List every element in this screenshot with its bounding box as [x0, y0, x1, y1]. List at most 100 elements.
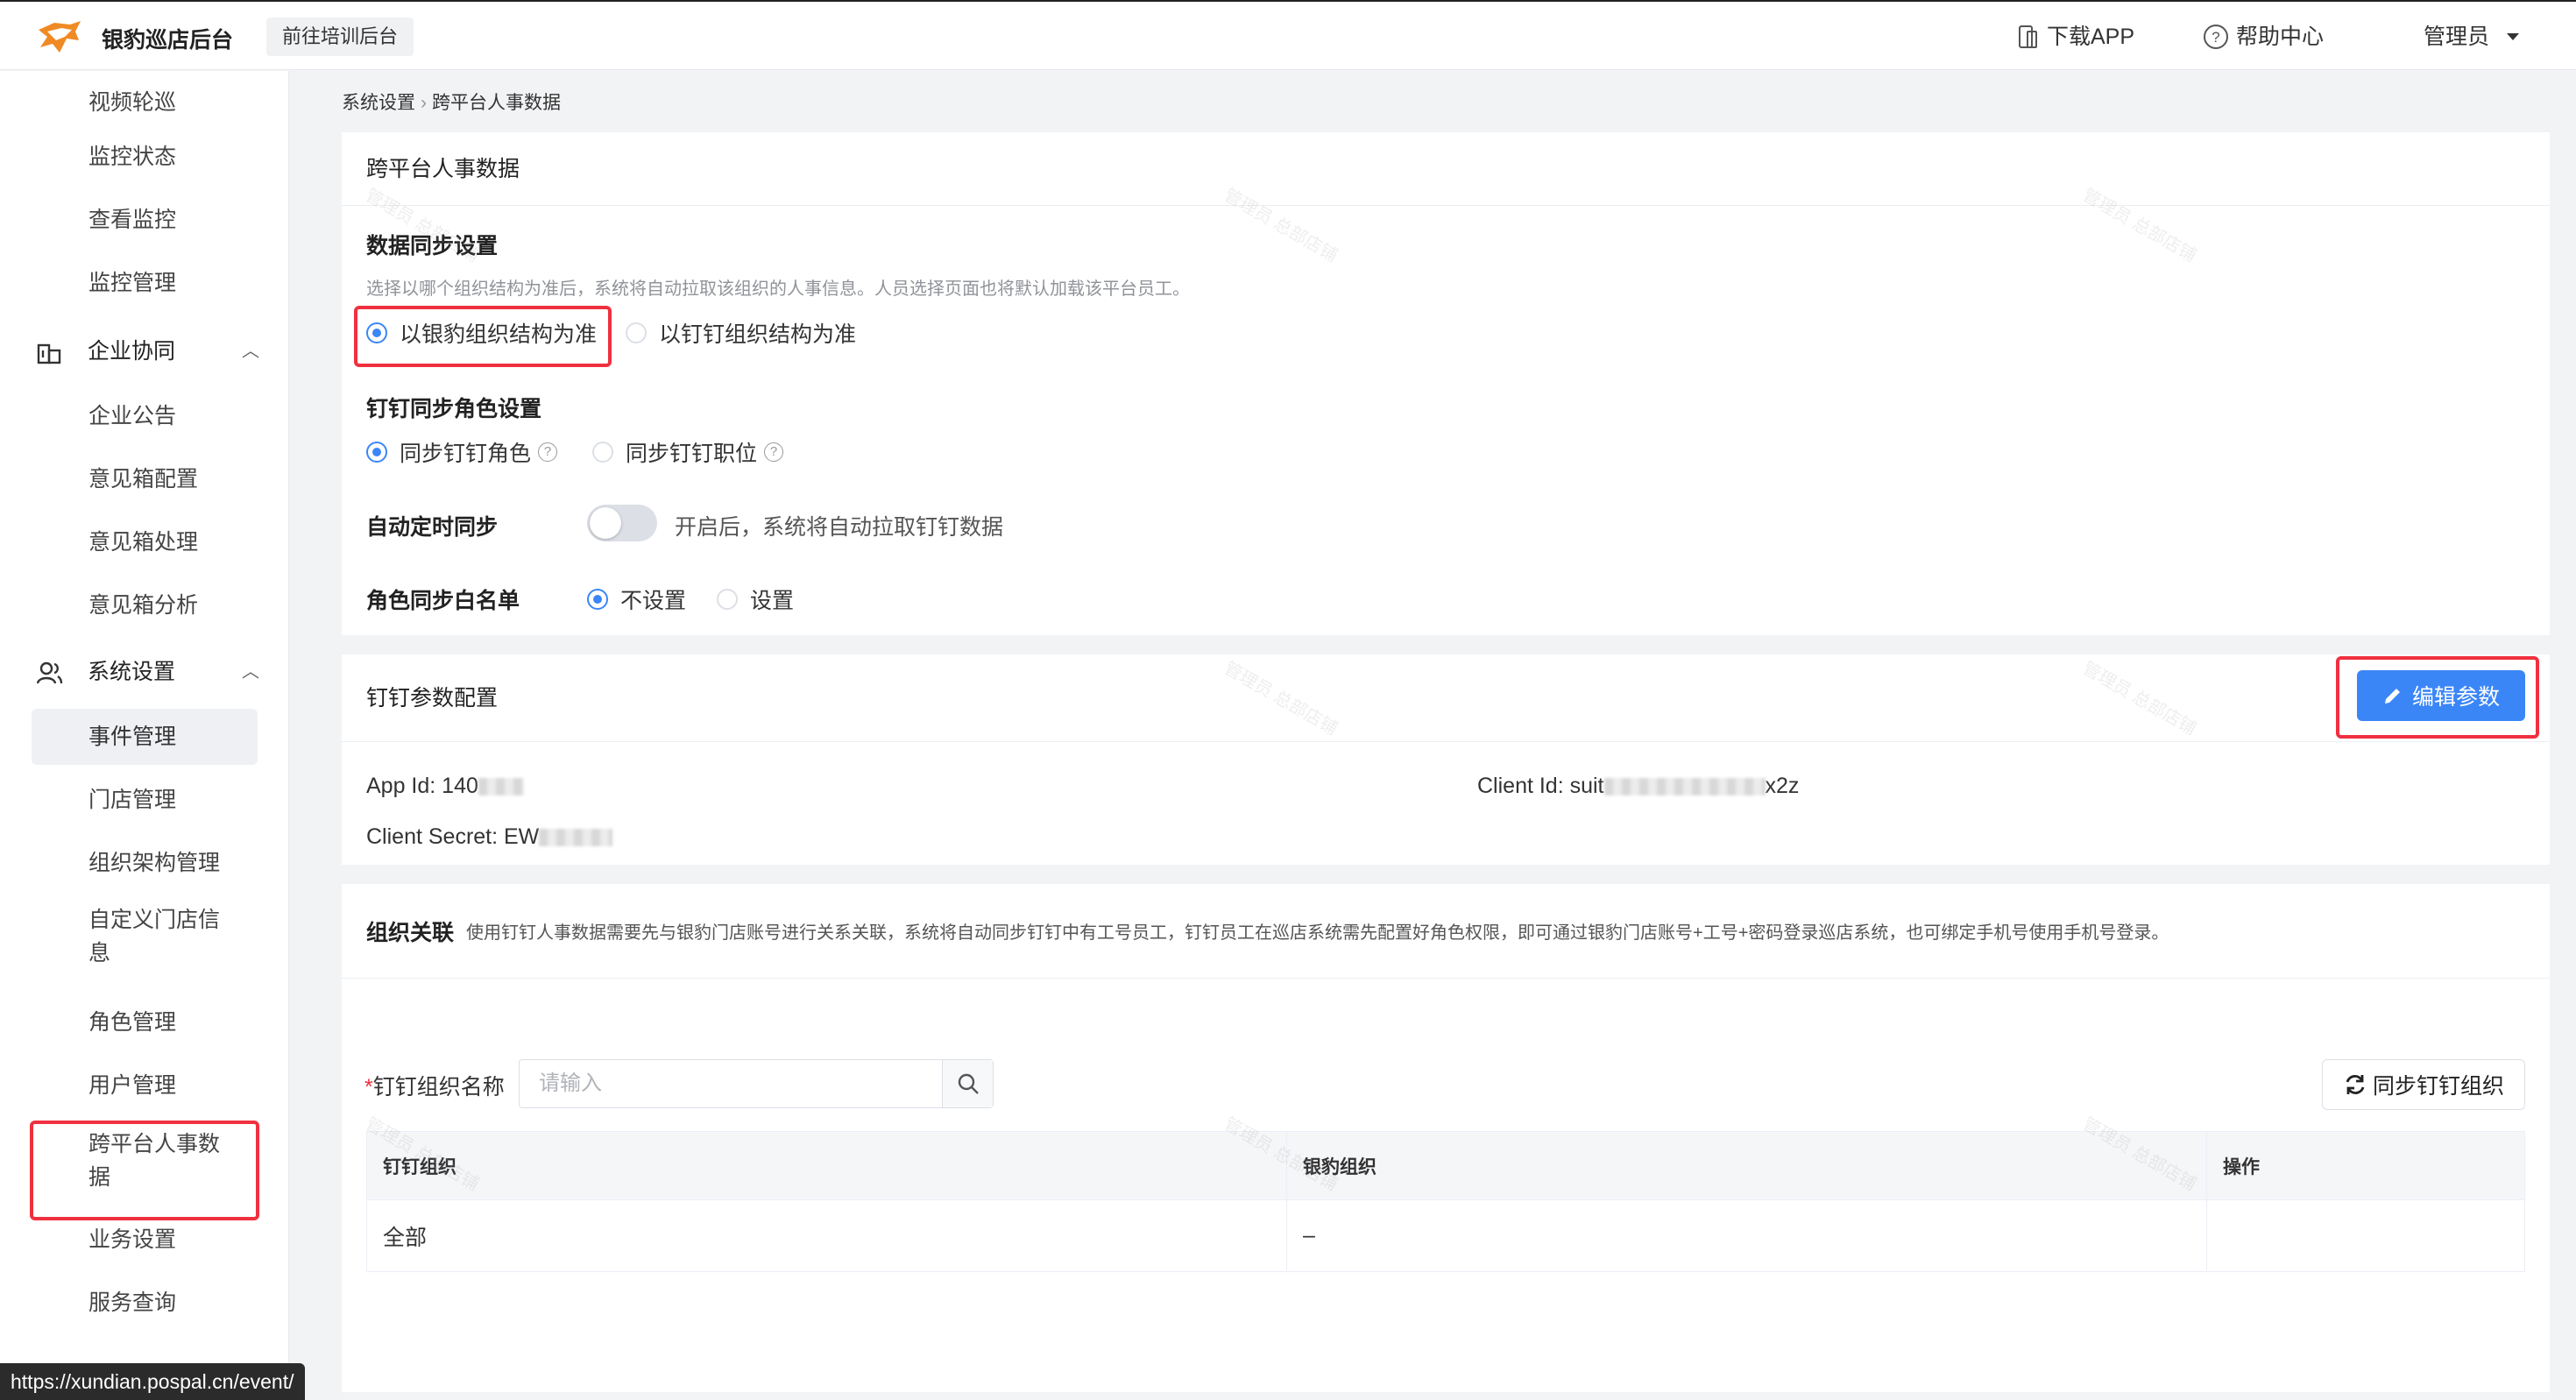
org-link-panel: 组织关联 使用钉钉人事数据需要先与银豹门店账号进行关系关联，系统将自动同步钉钉中…	[342, 884, 2550, 1392]
highlight-box	[30, 1121, 259, 1220]
masked-value	[1603, 778, 1766, 796]
search-icon	[958, 1073, 979, 1094]
table-cell	[2206, 1199, 2525, 1272]
help-center-link[interactable]: ? 帮助中心	[2203, 19, 2324, 54]
radio-dingding-label: 以钉钉组织结构为准	[659, 322, 857, 347]
radio-whitelist-set[interactable]: 设置	[717, 583, 794, 615]
radio-sync-position-label: 同步钉钉职位	[626, 442, 758, 466]
building-icon	[37, 343, 61, 364]
sync-settings-panel: 跨平台人事数据 数据同步设置 选择以哪个组织结构为准后，系统将自动拉取该组织的人…	[342, 132, 2550, 635]
client-secret: Client Secret: EW	[366, 824, 613, 850]
chevron-up-icon: ︿	[242, 662, 259, 682]
masked-value	[478, 778, 524, 796]
client-secret-text: Client Secret: EW	[366, 824, 540, 849]
radio-dot	[717, 589, 738, 610]
user-menu[interactable]: 管理员	[2424, 19, 2533, 54]
go-training-button[interactable]: 前往培训后台	[266, 18, 414, 56]
client-id-text: Client Id: suit	[1477, 774, 1604, 798]
auto-sync-label: 自动定时同步	[366, 515, 499, 540]
sidebar-item-monitor-status[interactable]: 监控状态	[32, 129, 258, 185]
sidebar-item-suggestion-config[interactable]: 意见箱配置	[32, 451, 258, 507]
question-icon[interactable]: ?	[764, 442, 784, 462]
whitelist-label: 角色同步白名单	[366, 589, 520, 613]
breadcrumb: 系统设置 › 跨平台人事数据	[342, 88, 561, 115]
sidebar: 视频轮巡 监控状态 查看监控 监控管理 企业协同 ︿ 企业公告 意见箱配置 意见…	[0, 71, 289, 1400]
required-mark: *	[364, 1075, 373, 1099]
radio-whitelist-not-set[interactable]: 不设置	[587, 583, 686, 615]
caret-down-icon	[2507, 33, 2520, 40]
table-cell: 全部	[366, 1199, 1287, 1272]
auto-sync-toggle[interactable]	[587, 505, 657, 541]
panel-title: 钉钉参数配置	[342, 654, 2550, 742]
radio-sync-role[interactable]: 同步钉钉角色?	[366, 436, 558, 468]
sync-org-label: 同步钉钉组织	[2372, 1074, 2504, 1099]
field-label-text: 钉钉组织名称	[372, 1075, 505, 1099]
refresh-icon	[2346, 1075, 2365, 1094]
sync-heading: 数据同步设置	[366, 234, 499, 258]
chevron-up-icon: ︿	[242, 342, 259, 361]
org-link-desc: 使用钉钉人事数据需要先与银豹门店账号进行关系关联，系统将自动同步钉钉中有工号员工…	[466, 923, 2169, 943]
table-cell: –	[1286, 1199, 2207, 1272]
search-button[interactable]	[942, 1060, 993, 1107]
sidebar-item-user-manage[interactable]: 用户管理	[32, 1057, 258, 1114]
radio-dot	[626, 322, 647, 343]
org-table: 钉钉组织 银豹组织 操作 全部 –	[366, 1131, 2525, 1272]
radio-sync-position[interactable]: 同步钉钉职位?	[592, 436, 784, 468]
sidebar-item-custom-store-info[interactable]: 自定义门店信息	[32, 898, 242, 977]
breadcrumb-separator: ›	[421, 93, 427, 113]
sync-org-button[interactable]: 同步钉钉组织	[2322, 1059, 2525, 1110]
sidebar-item-event-manage[interactable]: 事件管理	[32, 709, 258, 765]
breadcrumb-current: 跨平台人事数据	[432, 93, 561, 113]
highlight-box	[354, 306, 612, 367]
client-id: Client Id: suit x2z	[1477, 774, 1799, 799]
radio-dingding-org[interactable]: 以钉钉组织结构为准	[626, 317, 856, 349]
sidebar-item-role-manage[interactable]: 角色管理	[32, 994, 258, 1050]
sidebar-group-collab-label: 企业协同	[88, 339, 176, 364]
download-app-link[interactable]: 下载APP	[2017, 19, 2134, 54]
client-id-suffix: x2z	[1765, 774, 1800, 798]
help-center-label: 帮助中心	[2236, 25, 2325, 49]
question-icon[interactable]: ?	[538, 442, 558, 462]
sidebar-group-settings[interactable]: 系统设置 ︿	[35, 646, 263, 698]
role-heading: 钉钉同步角色设置	[366, 397, 542, 421]
radio-dot	[587, 589, 608, 610]
panel-title: 跨平台人事数据	[342, 132, 2550, 206]
sidebar-item-suggestion-analysis[interactable]: 意见箱分析	[32, 577, 258, 633]
app-id-text: App Id: 140	[366, 774, 478, 798]
download-app-label: 下载APP	[2047, 25, 2135, 49]
sidebar-item-org-manage[interactable]: 组织架构管理	[32, 835, 258, 891]
masked-value	[539, 829, 613, 847]
breadcrumb-parent[interactable]: 系统设置	[342, 93, 415, 113]
user-name: 管理员	[2424, 25, 2490, 49]
table-row[interactable]: 全部 –	[366, 1199, 2525, 1272]
app-name: 银豹巡店后台	[102, 28, 234, 53]
question-icon: ?	[2204, 25, 2228, 49]
org-link-title: 组织关联	[366, 920, 455, 945]
table-header-row: 钉钉组织 银豹组织 操作	[366, 1131, 2525, 1200]
radio-sync-role-label: 同步钉钉角色	[400, 442, 532, 466]
sidebar-item-video-patrol[interactable]: 视频轮巡	[32, 74, 258, 131]
sidebar-item-store-manage[interactable]: 门店管理	[32, 772, 258, 828]
field-label: *钉钉组织名称	[364, 1070, 505, 1101]
highlight-box	[2336, 656, 2539, 739]
sidebar-group-settings-label: 系统设置	[88, 660, 176, 684]
users-icon	[37, 661, 63, 684]
logo-icon	[39, 21, 81, 53]
radio-dot	[592, 442, 613, 463]
sidebar-item-suggestion-process[interactable]: 意见箱处理	[32, 514, 258, 570]
sidebar-item-announcement[interactable]: 企业公告	[32, 388, 258, 444]
sidebar-item-monitor-manage[interactable]: 监控管理	[32, 255, 258, 311]
svg-text:?: ?	[2212, 29, 2219, 46]
org-search-input[interactable]	[520, 1060, 940, 1107]
sidebar-group-collab[interactable]: 企业协同 ︿	[35, 325, 263, 378]
radio-not-set-label: 不设置	[620, 589, 687, 613]
sidebar-item-view-monitor[interactable]: 查看监控	[32, 192, 258, 248]
column-header: 钉钉组织	[366, 1131, 1287, 1200]
sidebar-item-service-query[interactable]: 服务查询	[32, 1275, 258, 1331]
radio-set-label: 设置	[750, 589, 795, 613]
org-search-field	[519, 1059, 994, 1108]
auto-sync-note: 开启后，系统将自动拉取钉钉数据	[675, 515, 1004, 540]
dingding-params-panel: 钉钉参数配置 编辑参数 App Id: 140 Client Id: suit x…	[342, 654, 2550, 865]
main-content: 系统设置 › 跨平台人事数据 跨平台人事数据 数据同步设置 选择以哪个组织结构为准后…	[342, 71, 2550, 1400]
column-header: 银豹组织	[1286, 1131, 2207, 1200]
